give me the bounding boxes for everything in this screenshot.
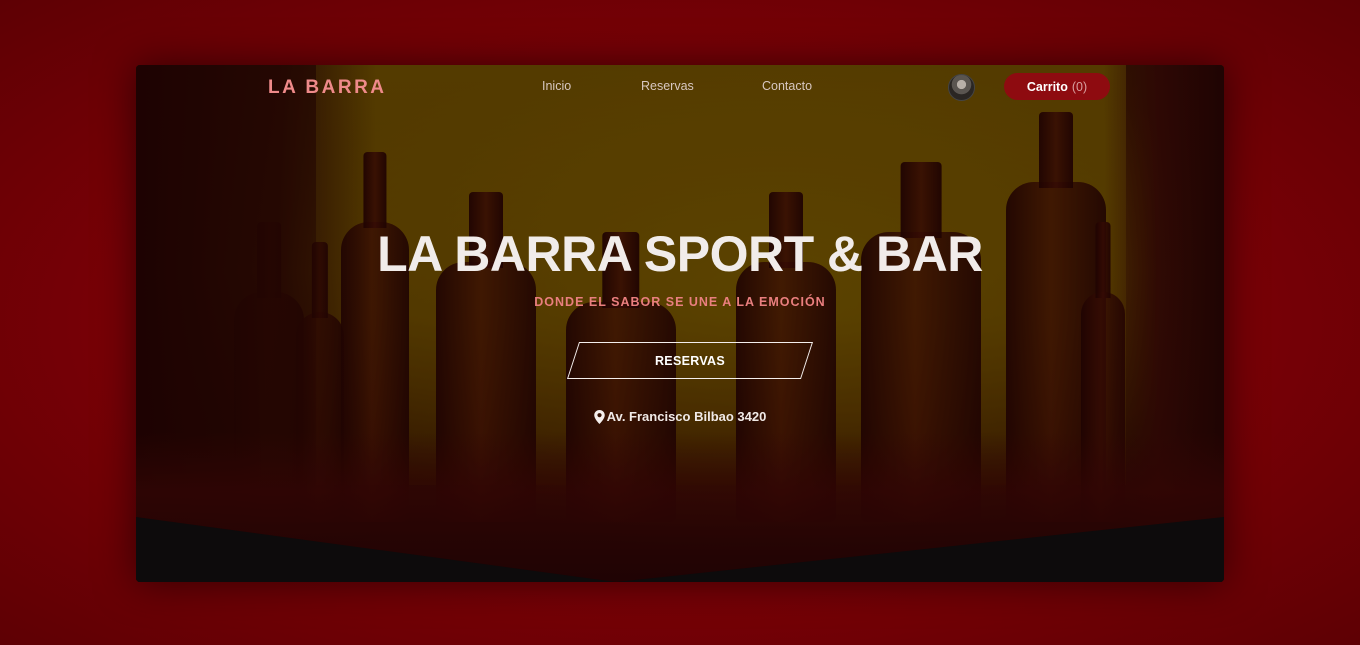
cta-label: RESERVAS	[654, 354, 725, 368]
user-avatar-icon[interactable]	[948, 74, 975, 101]
map-pin-icon	[593, 409, 605, 424]
browser-viewport: LA BARRA Inicio Reservas Contacto Carrit…	[136, 65, 1224, 582]
cart-count: (0)	[1071, 79, 1088, 94]
reservas-cta-button[interactable]: RESERVAS	[566, 342, 814, 379]
nav-link-reservas[interactable]: Reservas	[641, 79, 694, 93]
address-text: Av. Francisco Bilbao 3420	[606, 409, 767, 424]
address-line: Av. Francisco Bilbao 3420	[136, 409, 1224, 424]
nav-link-contacto[interactable]: Contacto	[762, 79, 812, 93]
hero-title: LA BARRA SPORT & BAR	[377, 226, 983, 282]
hero-subtitle: DONDE EL SABOR SE UNE A LA EMOCIÓN	[534, 295, 826, 309]
top-navigation: LA BARRA Inicio Reservas Contacto Carrit…	[136, 65, 1224, 109]
brand-logo[interactable]: LA BARRA	[268, 77, 387, 99]
hero-background-image	[136, 65, 1224, 582]
cart-button[interactable]: Carrito (0)	[1004, 73, 1110, 100]
nav-link-inicio[interactable]: Inicio	[542, 79, 571, 93]
cart-label: Carrito	[1026, 79, 1068, 94]
hero-bottom-wave	[136, 517, 1224, 582]
